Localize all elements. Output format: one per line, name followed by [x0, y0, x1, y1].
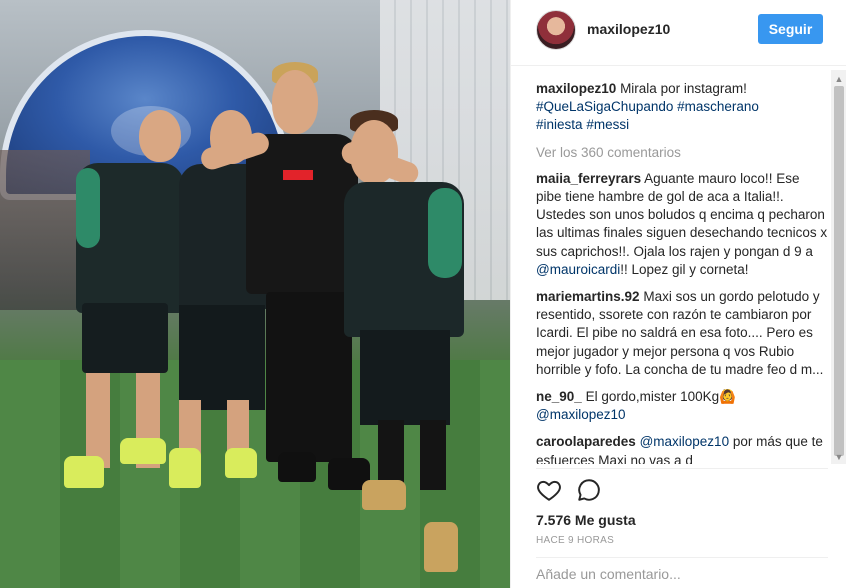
post-actions: 7.576 Me gusta HACE 9 HORAS	[536, 468, 828, 582]
comment-mention[interactable]: @maxilopez10	[640, 434, 730, 449]
comment-username[interactable]: caroolaparedes	[536, 434, 636, 449]
caption-text: Mirala por instagram!	[620, 81, 747, 96]
comment-item: mariemartins.92 Maxi sos un gordo pelotu…	[536, 288, 828, 379]
comment-username[interactable]: mariemartins.92	[536, 289, 640, 304]
hashtag-link[interactable]: #QueLaSigaChupando	[536, 99, 673, 114]
caption: maxilopez10 Mirala por instagram! #QueLa…	[536, 80, 828, 135]
hashtag-link[interactable]: #iniesta	[536, 117, 583, 132]
follow-button[interactable]: Seguir	[758, 14, 823, 44]
like-button[interactable]	[536, 477, 562, 503]
comments-list: maxilopez10 Mirala por instagram! #QueLa…	[536, 80, 828, 464]
post-side-panel: maxilopez10 Seguir maxilopez10 Mirala po…	[510, 0, 846, 588]
hashtag-link[interactable]: #mascherano	[677, 99, 759, 114]
add-comment-input[interactable]	[536, 566, 828, 582]
post-timestamp[interactable]: HACE 9 HORAS	[536, 535, 614, 546]
hashtag-link[interactable]: #messi	[586, 117, 629, 132]
heart-icon	[537, 480, 561, 501]
comment-username[interactable]: ne_90_	[536, 389, 582, 404]
comment-item: ne_90_ El gordo,mister 100Kg🙆 @maxilopez…	[536, 388, 828, 424]
caption-username[interactable]: maxilopez10	[536, 81, 616, 96]
add-comment-section	[536, 557, 828, 582]
scrollbar-thumb[interactable]	[834, 86, 844, 456]
photo-person	[340, 110, 470, 580]
author-username[interactable]: maxilopez10	[587, 21, 670, 37]
comment-mention[interactable]: @mauroicardi	[536, 262, 620, 277]
post-header: maxilopez10 Seguir	[511, 0, 846, 66]
comment-text: !! Lopez gil y corneta!	[620, 261, 749, 277]
comment-username[interactable]: maiia_ferreyrars	[536, 171, 641, 186]
comment-mention[interactable]: @maxilopez10	[536, 407, 626, 422]
comment-item: caroolaparedes @maxilopez10 por más que …	[536, 433, 828, 464]
comment-text: El gordo,mister 100Kg🙆	[585, 389, 736, 405]
comment-button[interactable]	[576, 477, 602, 503]
post-photo[interactable]	[0, 0, 510, 588]
comment-icon	[578, 479, 600, 501]
scroll-down-arrow-icon[interactable]: ▼	[831, 450, 846, 464]
author-avatar[interactable]	[536, 10, 576, 50]
scroll-up-arrow-icon[interactable]: ▲	[831, 72, 846, 86]
likes-count[interactable]: 7.576 Me gusta	[536, 512, 636, 528]
comment-item: maiia_ferreyrars Aguante mauro loco!! Es…	[536, 170, 828, 279]
view-all-comments-link[interactable]: Ver los 360 comentarios	[536, 144, 828, 162]
comments-scrollbar[interactable]: ▲ ▼	[831, 70, 846, 464]
